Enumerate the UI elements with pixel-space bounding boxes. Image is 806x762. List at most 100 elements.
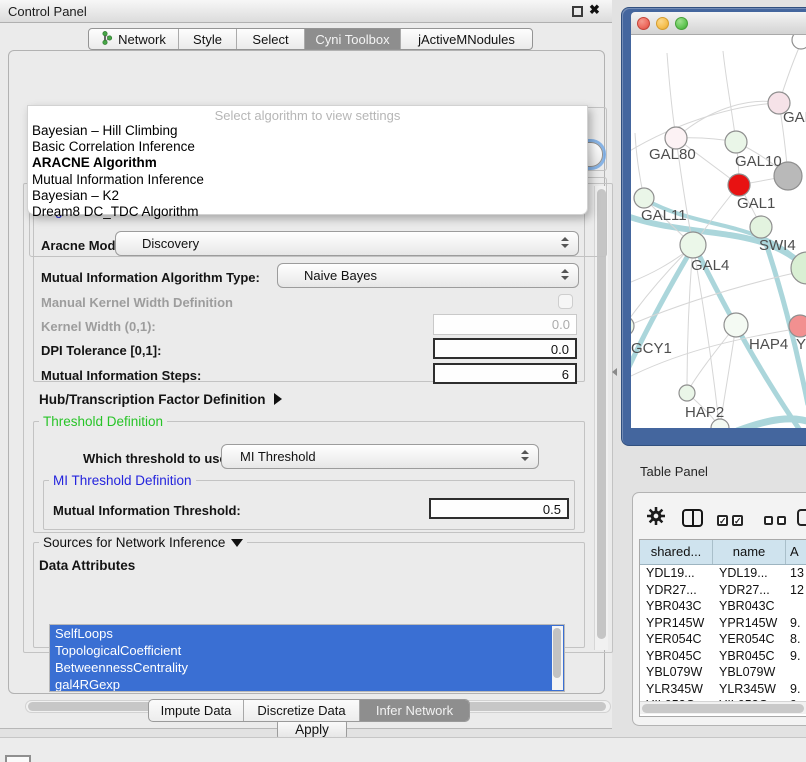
kernel-width-label: Kernel Width (0,1): bbox=[41, 319, 156, 334]
mi-algorithm-type-value: Naive Bayes bbox=[278, 268, 377, 283]
mi-steps-field[interactable]: 6 bbox=[433, 363, 577, 384]
network-node-gcy1[interactable] bbox=[631, 316, 634, 336]
table-cell: 9. bbox=[786, 681, 806, 698]
table-row[interactable]: YER054CYER054C8. bbox=[640, 631, 806, 648]
mac-minimize-icon[interactable] bbox=[656, 17, 669, 30]
tab-style[interactable]: Style bbox=[178, 29, 236, 49]
tab-jactivemnodules[interactable]: jActiveMNodules bbox=[400, 29, 532, 49]
network-edge[interactable] bbox=[723, 51, 736, 142]
column-header-shared-name[interactable]: shared... bbox=[640, 540, 713, 564]
network-edge[interactable] bbox=[676, 101, 779, 138]
network-node-top-partial[interactable] bbox=[792, 35, 806, 49]
tab-network[interactable]: Network bbox=[89, 29, 178, 49]
table-row[interactable]: YBL079WYBL079W bbox=[640, 664, 806, 681]
select-all-checkboxes-icon[interactable]: ✓✓ bbox=[717, 511, 747, 529]
attribute-list-item[interactable]: TopologicalCoefficient bbox=[50, 642, 564, 659]
network-node-gal1-red[interactable] bbox=[728, 174, 750, 196]
network-node-gal11[interactable] bbox=[634, 188, 654, 208]
tab-style-label: Style bbox=[193, 32, 222, 47]
manual-kernel-width-checkbox[interactable] bbox=[558, 294, 573, 309]
mi-algorithm-type-combobox[interactable]: Naive Bayes bbox=[277, 263, 579, 288]
table-cell: YPR145W bbox=[640, 615, 713, 632]
collapsed-arrow-icon bbox=[274, 393, 282, 405]
network-node-gal10[interactable] bbox=[725, 131, 747, 153]
function-builder-icon[interactable] bbox=[797, 509, 806, 526]
algorithm-option[interactable]: ARACNE Algorithm bbox=[28, 155, 587, 171]
tab-discretize-data[interactable]: Discretize Data bbox=[243, 700, 359, 721]
float-window-icon[interactable] bbox=[572, 6, 583, 17]
scrollbar-thumb[interactable] bbox=[553, 628, 561, 678]
close-icon[interactable]: ✖ bbox=[589, 2, 600, 18]
deselect-all-checkboxes-icon[interactable] bbox=[764, 512, 790, 530]
data-attributes-label: Data Attributes bbox=[39, 558, 135, 573]
table-cell: YBR043C bbox=[713, 598, 786, 615]
table-cell: 13 bbox=[786, 565, 806, 582]
table-row[interactable]: YPR145WYPR145W9. bbox=[640, 615, 806, 632]
table-body: YDL19...YDL19...13YDR27...YDR27...12YBR0… bbox=[640, 565, 806, 714]
splitpane-collapse-handle[interactable] bbox=[612, 368, 617, 376]
data-attributes-list[interactable]: SelfLoopsTopologicalCoefficientBetweenne… bbox=[49, 624, 565, 692]
network-node-salmon[interactable] bbox=[789, 315, 806, 337]
column-header-name[interactable]: name bbox=[713, 540, 786, 564]
application-window: Control Panel ✖ Network bbox=[0, 0, 806, 762]
dpi-tolerance-field[interactable]: 0.0 bbox=[433, 338, 577, 359]
mac-close-icon[interactable] bbox=[637, 17, 650, 30]
table-row[interactable]: YDL19...YDL19...13 bbox=[640, 565, 806, 582]
tab-impute-data[interactable]: Impute Data bbox=[149, 700, 243, 721]
algorithm-option[interactable]: Dream8 DC_TDC Algorithm bbox=[28, 204, 587, 220]
network-edge[interactable] bbox=[631, 245, 693, 325]
hub-section-toggle[interactable]: Hub/Transcription Factor Definition bbox=[39, 392, 282, 407]
algorithm-option[interactable]: Basic Correlation Inference bbox=[28, 139, 587, 155]
network-node-label: GAL10 bbox=[735, 153, 782, 170]
show-columns-icon[interactable] bbox=[682, 509, 703, 527]
attributes-scrollbar[interactable] bbox=[552, 626, 563, 690]
algorithm-option[interactable]: Bayesian – K2 bbox=[28, 188, 587, 204]
algorithm-option[interactable]: Mutual Information Inference bbox=[28, 172, 587, 188]
partial-toolbar-icon[interactable] bbox=[5, 755, 31, 762]
network-node-hap2[interactable] bbox=[679, 385, 695, 401]
gear-icon[interactable] bbox=[647, 507, 665, 530]
control-panel-title: Control Panel bbox=[8, 4, 87, 19]
network-canvas[interactable]: GALGAL80GAL10GAL1GAL11SWI4GAL4GCY1HAP4YH… bbox=[631, 35, 806, 428]
node-attribute-table[interactable]: shared... name A YDL19...YDL19...13YDR27… bbox=[639, 539, 806, 717]
table-row[interactable]: YBR043CYBR043C bbox=[640, 598, 806, 615]
network-icon bbox=[101, 31, 113, 48]
network-node-label: GAL80 bbox=[649, 146, 696, 163]
attribute-list-item[interactable]: gal4RGexp bbox=[50, 676, 564, 692]
table-cell: YDR27... bbox=[713, 582, 786, 599]
control-panel-tabstrip: Network Style Select Cyni Toolbox jActiv… bbox=[88, 28, 533, 50]
algorithm-dropdown-placeholder: Select algorithm to view settings bbox=[28, 106, 587, 123]
mi-threshold-label: Mutual Information Threshold: bbox=[53, 503, 241, 518]
attribute-list-item[interactable]: BetweennessCentrality bbox=[50, 659, 564, 676]
network-node-label: GAL bbox=[783, 109, 806, 126]
network-node-swi4[interactable] bbox=[750, 216, 772, 238]
table-row[interactable]: YDR27...YDR27...12 bbox=[640, 582, 806, 599]
network-node-label: GCY1 bbox=[631, 340, 672, 357]
table-row[interactable]: YBR045CYBR045C9. bbox=[640, 648, 806, 665]
kernel-width-field[interactable]: 0.0 bbox=[433, 314, 577, 335]
mi-threshold-field[interactable]: 0.5 bbox=[429, 498, 569, 519]
tab-jactivemnodules-label: jActiveMNodules bbox=[418, 32, 515, 47]
which-threshold-combobox[interactable]: MI Threshold bbox=[221, 444, 539, 469]
network-window-titlebar[interactable] bbox=[631, 12, 806, 35]
tab-select[interactable]: Select bbox=[236, 29, 304, 49]
network-view-window: GALGAL80GAL10GAL1GAL11SWI4GAL4GCY1HAP4YH… bbox=[622, 8, 806, 445]
network-node-label: GAL4 bbox=[691, 257, 729, 274]
tab-cyni-toolbox[interactable]: Cyni Toolbox bbox=[304, 29, 400, 49]
table-horizontal-scrollbar[interactable] bbox=[640, 701, 806, 714]
attribute-list-item[interactable]: SelfLoops bbox=[50, 625, 564, 642]
network-edge[interactable] bbox=[667, 53, 676, 138]
mi-threshold-definition-legend: MI Threshold Definition bbox=[49, 473, 196, 488]
table-cell: 9. bbox=[786, 648, 806, 665]
table-row[interactable]: YLR345WYLR345W9. bbox=[640, 681, 806, 698]
network-node-gal4[interactable] bbox=[680, 232, 706, 258]
table-cell: YER054C bbox=[713, 631, 786, 648]
column-header-partial[interactable]: A bbox=[786, 540, 806, 564]
tab-infer-network[interactable]: Infer Network bbox=[359, 700, 469, 721]
sources-legend[interactable]: Sources for Network Inference bbox=[39, 535, 247, 550]
network-node-hap4[interactable] bbox=[724, 313, 748, 337]
which-threshold-label: Which threshold to use: bbox=[83, 451, 231, 466]
mac-zoom-icon[interactable] bbox=[675, 17, 688, 30]
algorithm-option[interactable]: Bayesian – Hill Climbing bbox=[28, 123, 587, 139]
scrollbar-thumb[interactable] bbox=[642, 704, 804, 713]
